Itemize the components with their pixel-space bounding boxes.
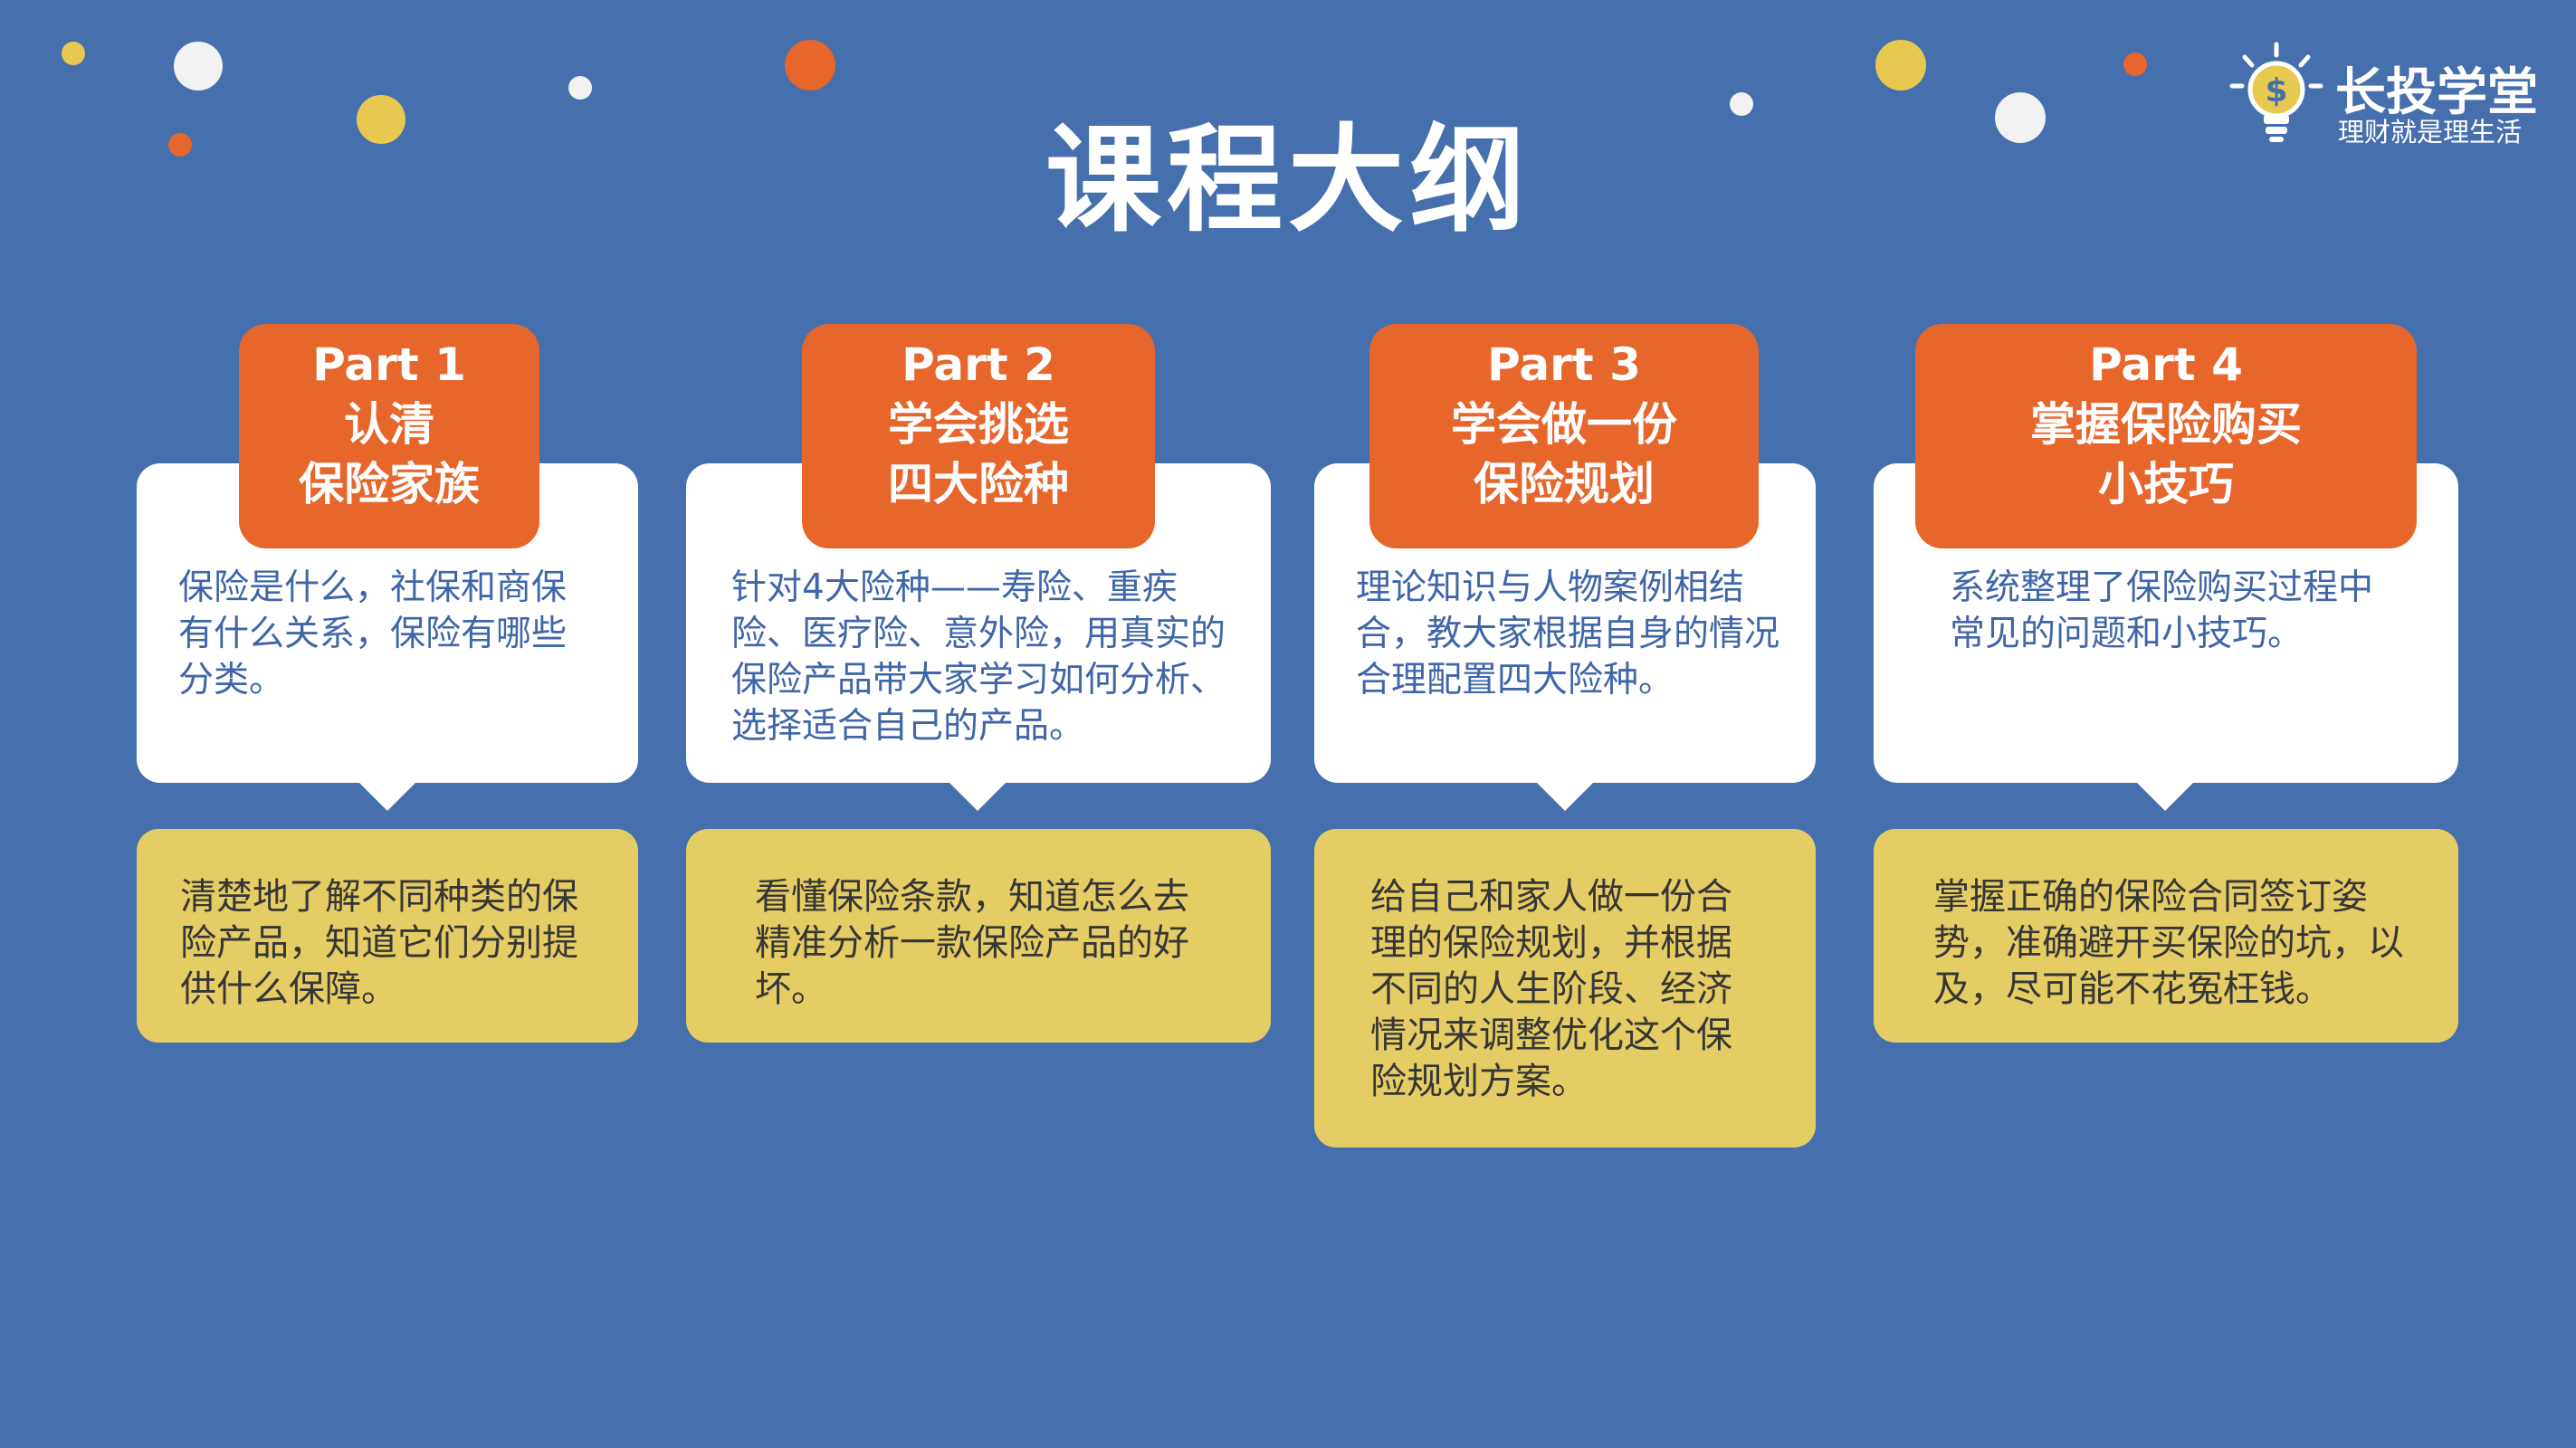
part-description: 保险是什么，社保和商保有什么关系，保险有哪些分类。	[178, 567, 568, 700]
part-tag: Part 3 学会做一份 保险规划	[1369, 324, 1759, 548]
part-title: 认清 保险家族	[299, 398, 480, 510]
decor-dot	[2123, 52, 2147, 76]
part-tag: Part 2 学会挑选 四大险种	[802, 324, 1155, 548]
card-pointer	[358, 782, 416, 811]
part-goal-card: 给自己和家人做一份合理的保险规划，并根据不同的人生阶段、经济情况来调整优化这个保…	[1314, 829, 1816, 1148]
part-goal-card: 掌握正确的保险合同签订姿势，准确避开买保险的坑，以及，尽可能不花冤枉钱。	[1874, 829, 2458, 1043]
svg-text:$: $	[2265, 72, 2287, 110]
decor-dot	[785, 40, 835, 90]
part-tag: Part 4 掌握保险购买 小技巧	[1915, 324, 2417, 548]
part-number: Part 1	[312, 338, 466, 391]
part-number: Part 2	[902, 338, 1055, 391]
part-title: 学会做一份 保险规划	[1451, 398, 1677, 510]
page-title: 课程大纲	[1045, 113, 1531, 248]
part-goal-card: 看懂保险条款，知道怎么去精准分析一款保险产品的好坏。	[686, 829, 1271, 1043]
part-description: 针对4大险种——寿险、重疾险、医疗险、意外险，用真实的保险产品带大家学习如何分析…	[731, 567, 1226, 747]
part-description: 系统整理了保险购买过程中常见的问题和小技巧。	[1950, 567, 2374, 654]
part-number: Part 3	[1487, 338, 1641, 391]
decor-dot	[62, 42, 85, 65]
decor-dot	[1875, 40, 1926, 90]
part-description: 理论知识与人物案例相结合，教大家根据自身的情况合理配置四大险种。	[1356, 567, 1780, 700]
lightbulb-dollar-icon: $	[2227, 41, 2326, 149]
card-pointer	[1536, 782, 1594, 811]
card-pointer	[2136, 782, 2194, 811]
part-title: 学会挑选 四大险种	[888, 398, 1069, 510]
part-goal-card: 清楚地了解不同种类的保险产品，知道它们分别提供什么保障。	[137, 829, 638, 1043]
brand-slogan: 理财就是理生活	[2338, 117, 2523, 148]
part-goal: 清楚地了解不同种类的保险产品，知道它们分别提供什么保障。	[180, 876, 578, 1010]
part-number: Part 4	[2089, 338, 2243, 391]
part-goal: 看懂保险条款，知道怎么去精准分析一款保险产品的好坏。	[755, 876, 1189, 1010]
part-title: 掌握保险购买 小技巧	[2030, 398, 2302, 510]
brand-logo: $ 长投学堂 理财就是理生活	[2227, 41, 2538, 149]
decor-dot	[174, 42, 223, 90]
card-pointer	[949, 782, 1007, 811]
part-tag: Part 1 认清 保险家族	[239, 324, 539, 548]
part-goal: 给自己和家人做一份合理的保险规划，并根据不同的人生阶段、经济情况来调整优化这个保…	[1370, 876, 1732, 1102]
part-goal: 掌握正确的保险合同签订姿势，准确避开买保险的坑，以及，尽可能不花冤枉钱。	[1933, 876, 2404, 1010]
